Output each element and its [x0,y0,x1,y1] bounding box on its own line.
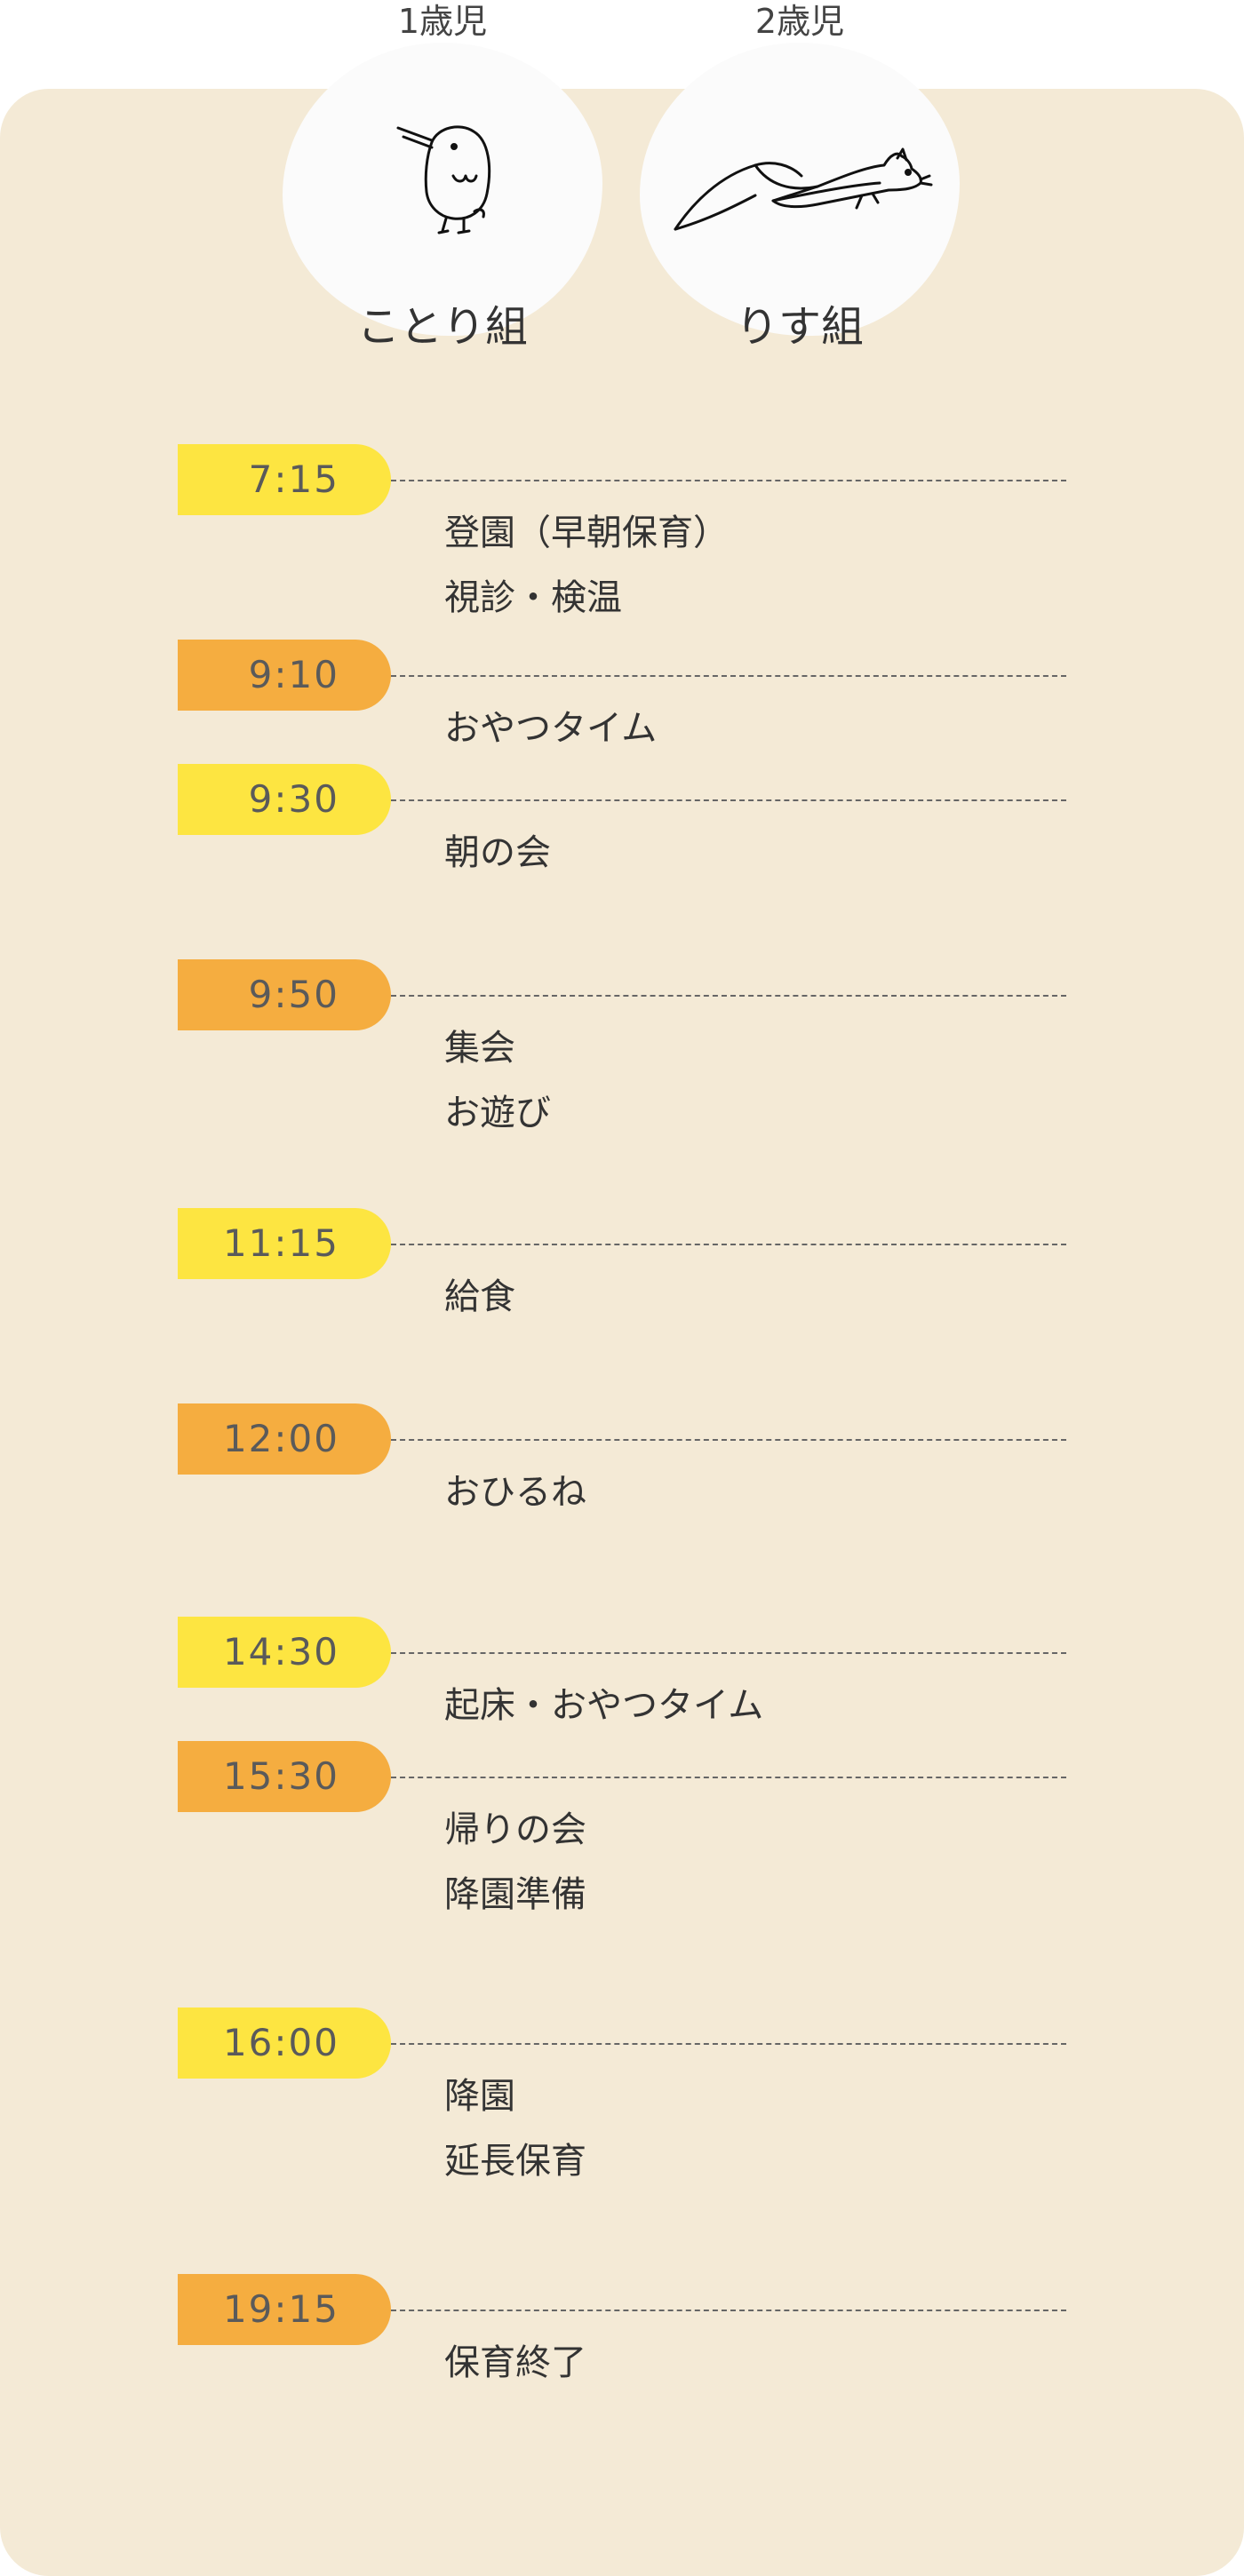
activity-label: 登園（早朝保育） [444,513,729,553]
activity-label: お遊び [444,1093,551,1133]
dashed-divider [391,2310,1066,2311]
dashed-divider [391,1652,1066,1654]
dashed-divider [391,995,1066,997]
activity-label: 降園準備 [444,1874,586,1915]
time-tab: 12:00 [178,1403,391,1475]
dashed-divider [391,480,1066,481]
time-tab: 16:00 [178,2008,391,2079]
activity-label: 起床・おやつタイム [444,1685,764,1726]
activity-label: 朝の会 [444,832,551,873]
time-tab: 19:15 [178,2274,391,2345]
time-tab: 15:30 [178,1741,391,1812]
time-tab: 9:10 [178,640,391,711]
activity-label: 延長保育 [444,2141,586,2182]
class-name-label: ことり組 [356,302,528,352]
activity-label: 保育終了 [444,2342,586,2383]
time-tab: 7:15 [178,444,391,515]
activity-label: おやつタイム [444,708,658,749]
time-tab: 9:30 [178,764,391,835]
class-age-label: 2歳児 [754,2,845,41]
time-tab: 11:15 [178,1208,391,1279]
activity-label: おひるね [444,1472,586,1513]
dashed-divider [391,799,1066,801]
class-age-label: 1歳児 [397,2,488,41]
class-name-label: りす組 [735,302,864,352]
activity-label: 降園 [444,2076,515,2117]
dashed-divider [391,1244,1066,1245]
dashed-divider [391,2043,1066,2045]
dashed-divider [391,1777,1066,1778]
dashed-divider [391,1439,1066,1441]
activity-label: 帰りの会 [444,1809,586,1850]
activity-label: 集会 [444,1028,515,1069]
activity-label: 給食 [444,1276,515,1317]
activity-label: 視診・検温 [444,577,622,618]
dashed-divider [391,675,1066,677]
time-tab: 9:50 [178,959,391,1030]
time-tab: 14:30 [178,1617,391,1688]
